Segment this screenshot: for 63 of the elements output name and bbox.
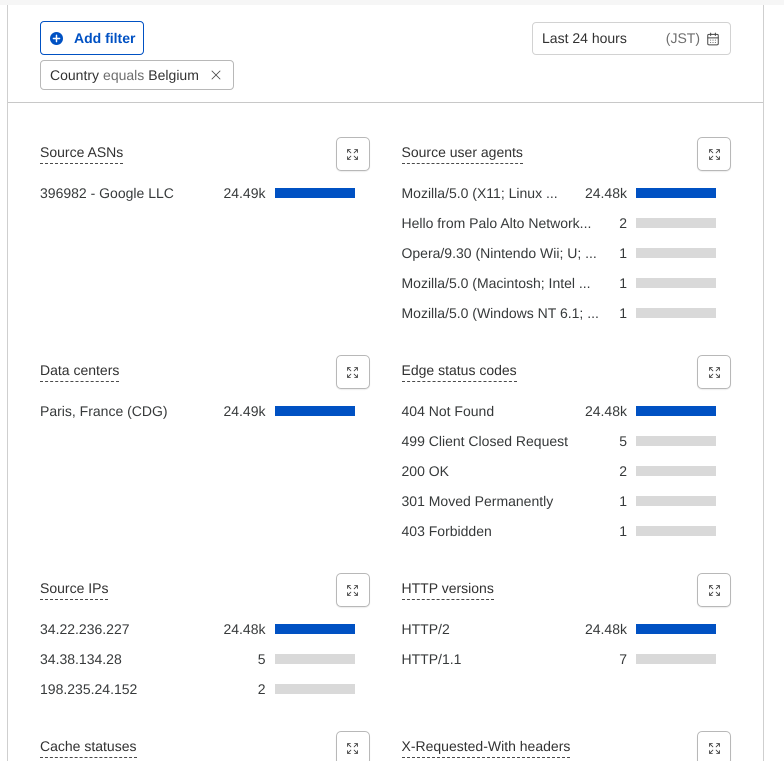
expand-button[interactable]	[697, 355, 731, 389]
panel-title: Cache statuses	[40, 738, 136, 758]
item-label: 34.38.134.28	[40, 650, 123, 668]
count-value: 24.48k	[584, 620, 627, 638]
expand-icon	[708, 742, 720, 754]
panel-title: Edge status codes	[402, 362, 517, 382]
count-value: 2	[619, 214, 627, 232]
count-value: 24.49k	[223, 184, 266, 202]
item-label: Paris, France (CDG)	[40, 402, 169, 421]
item-label: Hello from Palo Alto Network...	[402, 214, 592, 232]
count-value: 2	[619, 462, 627, 480]
item-label: HTTP/1.1	[402, 650, 462, 668]
filter-chip[interactable]: Country equals Belgium	[40, 60, 234, 90]
calendar-icon	[706, 32, 720, 46]
expand-icon	[346, 584, 359, 596]
expand-button[interactable]	[336, 355, 370, 389]
count-value: 24.48k	[584, 402, 627, 420]
count-value: 24.48k	[584, 184, 627, 202]
plus-circle-icon	[50, 32, 63, 44]
panel-title: X-Requested-With headers	[402, 738, 570, 758]
expand-icon	[346, 366, 359, 378]
time-range-picker[interactable]: Last 24 hours (JST)	[532, 22, 731, 55]
panel-title: Source IPs	[40, 580, 108, 600]
item-label: Opera/9.30 (Nintendo Wii; U; ...	[402, 244, 598, 263]
expand-icon	[708, 148, 720, 160]
item-label: 34.22.236.227	[40, 620, 131, 638]
expand-button[interactable]	[697, 573, 731, 607]
count-value: 5	[619, 432, 627, 450]
panel-title: Data centers	[40, 362, 120, 382]
expand-button[interactable]	[336, 731, 370, 761]
count-value: 24.49k	[223, 402, 266, 420]
count-value: 1	[619, 244, 627, 262]
item-label: 403 Forbidden	[402, 522, 493, 540]
expand-icon	[708, 366, 720, 378]
item-label: Mozilla/5.0 (X11; Linux ...	[402, 184, 559, 203]
count-value: 1	[619, 274, 627, 292]
item-label: 198.235.24.152	[40, 680, 138, 698]
expand-icon	[346, 742, 359, 754]
item-label: 404 Not Found	[402, 402, 496, 420]
count-value: 7	[619, 650, 627, 668]
item-label: HTTP/2	[402, 620, 451, 638]
expand-button[interactable]	[336, 573, 370, 607]
count-value: 1	[619, 304, 627, 322]
item-label: Mozilla/5.0 (Windows NT 6.1; ...	[402, 304, 600, 323]
count-value: 5	[258, 650, 266, 668]
expand-button[interactable]	[697, 731, 731, 761]
item-label: 200 OK	[402, 462, 450, 480]
panel-title: Source ASNs	[40, 144, 124, 164]
panel-title: Source user agents	[402, 144, 523, 164]
count-value: 1	[619, 492, 627, 510]
expand-icon	[708, 584, 720, 596]
expand-button[interactable]	[336, 137, 370, 171]
count-value: 1	[619, 522, 627, 540]
panel-title: HTTP versions	[402, 580, 494, 600]
item-label: Mozilla/5.0 (Macintosh; Intel ...	[402, 274, 592, 293]
expand-button[interactable]	[697, 137, 731, 171]
item-label: 499 Client Closed Request	[402, 432, 570, 451]
item-label: 301 Moved Permanently	[402, 492, 554, 511]
count-value: 24.48k	[223, 620, 266, 638]
expand-icon	[346, 148, 359, 160]
add-filter-button[interactable]: Add filter	[40, 21, 144, 55]
item-label: 396982 - Google LLC	[40, 184, 175, 203]
count-value: 2	[258, 680, 266, 698]
